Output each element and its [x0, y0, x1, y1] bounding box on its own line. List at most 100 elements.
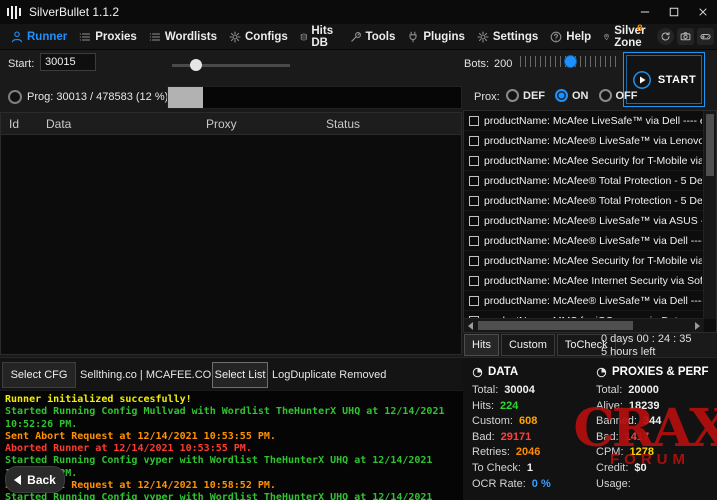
start-button-label: START: [658, 74, 696, 86]
nav-help[interactable]: Help: [544, 24, 597, 49]
stat-row: CPM:1278: [596, 446, 714, 458]
gamepad-button[interactable]: [697, 28, 714, 45]
maximize-button[interactable]: [659, 0, 688, 24]
nav-label: Configs: [245, 31, 288, 43]
nav-runner[interactable]: Runner: [5, 24, 73, 49]
checkbox-icon[interactable]: [469, 296, 479, 306]
prox-option-def[interactable]: DEF: [506, 89, 545, 102]
progress-bar: [167, 86, 462, 109]
radio-icon[interactable]: [599, 89, 612, 102]
help-icon: [550, 31, 562, 43]
progress-fill: [168, 87, 203, 108]
hits-tabs: Hits Custom ToCheck: [464, 334, 616, 356]
titlebar: SilverBullet 1.1.2: [0, 0, 717, 24]
hit-text: productName: McAfee Security for T-Mobil…: [484, 155, 702, 167]
hit-text: productName: McAfee® Total Protection - …: [484, 195, 702, 207]
prox-option-off[interactable]: OFF: [599, 89, 638, 102]
start-slider[interactable]: [172, 64, 290, 67]
bots-slider[interactable]: [520, 56, 618, 67]
prox-option-label: ON: [572, 90, 589, 102]
checkbox-icon[interactable]: [469, 256, 479, 266]
prox-option-label: DEF: [523, 90, 545, 102]
duplicate-removed-label: LogDuplicate Removed: [272, 369, 386, 381]
list-item[interactable]: productName: McAfee Security for T-Mobil…: [464, 251, 704, 271]
hits-list-panel: productName: McAfee LiveSafe™ via Dell -…: [463, 110, 717, 333]
back-button-label: Back: [27, 473, 56, 487]
nav-label: Plugins: [423, 31, 465, 43]
select-list-button[interactable]: Select List: [212, 362, 268, 388]
stat-row: Alive:18239: [596, 400, 714, 412]
nav-proxies[interactable]: Proxies: [73, 24, 143, 49]
start-input[interactable]: [40, 53, 96, 71]
scrollbar-thumb[interactable]: [706, 114, 714, 176]
select-cfg-button[interactable]: Select CFG: [2, 362, 76, 388]
back-arrow-icon: [14, 475, 21, 485]
list-item[interactable]: productName: McAfee® Total Protection - …: [464, 171, 704, 191]
nav-hits-db[interactable]: Hits DB: [294, 24, 344, 49]
results-table: Id Data Proxy Status: [0, 112, 462, 355]
pie-icon: [596, 367, 607, 378]
stat-row: Total:30004: [472, 384, 590, 396]
horizontal-scrollbar[interactable]: [464, 318, 704, 332]
checkbox-icon[interactable]: [469, 176, 479, 186]
nav-plugins[interactable]: Plugins: [401, 24, 471, 49]
list-item[interactable]: productName: McAfee® Total Protection - …: [464, 191, 704, 211]
refresh-button[interactable]: [657, 28, 674, 45]
nav-settings[interactable]: Settings: [471, 24, 544, 49]
scrollbar-thumb[interactable]: [478, 321, 633, 330]
vertical-scrollbar[interactable]: [703, 111, 716, 319]
database-icon: [300, 31, 308, 43]
list-item[interactable]: productName: McAfee Internet Security vi…: [464, 271, 704, 291]
list-item[interactable]: productName: McAfee® LiveSafe™ via Dell …: [464, 231, 704, 251]
results-table-header: Id Data Proxy Status: [1, 113, 461, 135]
progress-radio[interactable]: [8, 90, 22, 104]
nav-configs[interactable]: Configs: [223, 24, 294, 49]
list-item[interactable]: productName: McAfee Security for T-Mobil…: [464, 151, 704, 171]
screenshot-button[interactable]: [677, 28, 694, 45]
log-line: Started Running Config vyper with Wordli…: [5, 455, 458, 480]
hit-text: productName: McAfee® Total Protection - …: [484, 175, 702, 187]
hit-text: productName: McAfee LiveSafe™ via Dell -…: [484, 115, 702, 127]
runner-log[interactable]: Runner initialized succesfully! Started …: [0, 391, 463, 500]
prox-option-label: OFF: [616, 90, 638, 102]
radio-icon[interactable]: [506, 89, 519, 102]
prox-option-on[interactable]: ON: [555, 89, 589, 102]
radio-selected-icon[interactable]: [555, 89, 568, 102]
nav-wordlists[interactable]: Wordlists: [143, 24, 223, 49]
config-strip: Select CFG Sellthing.co | MCAFEE.COM Sel…: [0, 357, 463, 390]
column-header-id: Id: [1, 117, 46, 131]
checkbox-icon[interactable]: [469, 236, 479, 246]
checkbox-icon[interactable]: [469, 156, 479, 166]
list-item[interactable]: productName: McAfee® LiveSafe™ via Dell …: [464, 291, 704, 311]
bots-label: Bots:: [464, 58, 489, 70]
checkbox-icon[interactable]: [469, 136, 479, 146]
column-header-status: Status: [326, 117, 461, 131]
list-item[interactable]: productName: McAfee® LiveSafe™ via ASUS …: [464, 211, 704, 231]
nav-label: Runner: [27, 31, 67, 43]
list-item[interactable]: productName: McAfee LiveSafe™ via Dell -…: [464, 111, 704, 131]
nav-silver-zone[interactable]: 8 Silver Zone: [597, 24, 656, 49]
checkbox-icon[interactable]: [469, 216, 479, 226]
minimize-button[interactable]: [630, 0, 659, 24]
checkbox-icon[interactable]: [469, 276, 479, 286]
nav-label: Help: [566, 31, 591, 43]
tab-custom[interactable]: Custom: [501, 334, 555, 356]
gear-icon: [229, 31, 241, 43]
checkbox-icon[interactable]: [469, 196, 479, 206]
close-button[interactable]: [688, 0, 717, 24]
stat-row: OCR Rate:0 %: [472, 478, 590, 490]
stats-panel: DATA Total:30004 Hits:224 Custom:608 Bad…: [463, 357, 717, 500]
stat-row: To Check:1: [472, 462, 590, 474]
window-title: SilverBullet 1.1.2: [29, 5, 119, 19]
scroll-right-icon[interactable]: [691, 319, 704, 332]
list-item[interactable]: productName: McAfee® LiveSafe™ via Lenov…: [464, 131, 704, 151]
start-slider-thumb[interactable]: [190, 59, 202, 71]
hits-list[interactable]: productName: McAfee LiveSafe™ via Dell -…: [464, 111, 704, 319]
checkbox-icon[interactable]: [469, 116, 479, 126]
progress-text: Prog: 30013 / 478583 (12 %): [27, 91, 168, 103]
scroll-left-icon[interactable]: [464, 319, 477, 332]
bots-slider-thumb[interactable]: [564, 55, 577, 68]
nav-tools[interactable]: Tools: [344, 24, 402, 49]
back-button[interactable]: Back: [5, 466, 65, 493]
tab-hits[interactable]: Hits: [464, 334, 499, 356]
